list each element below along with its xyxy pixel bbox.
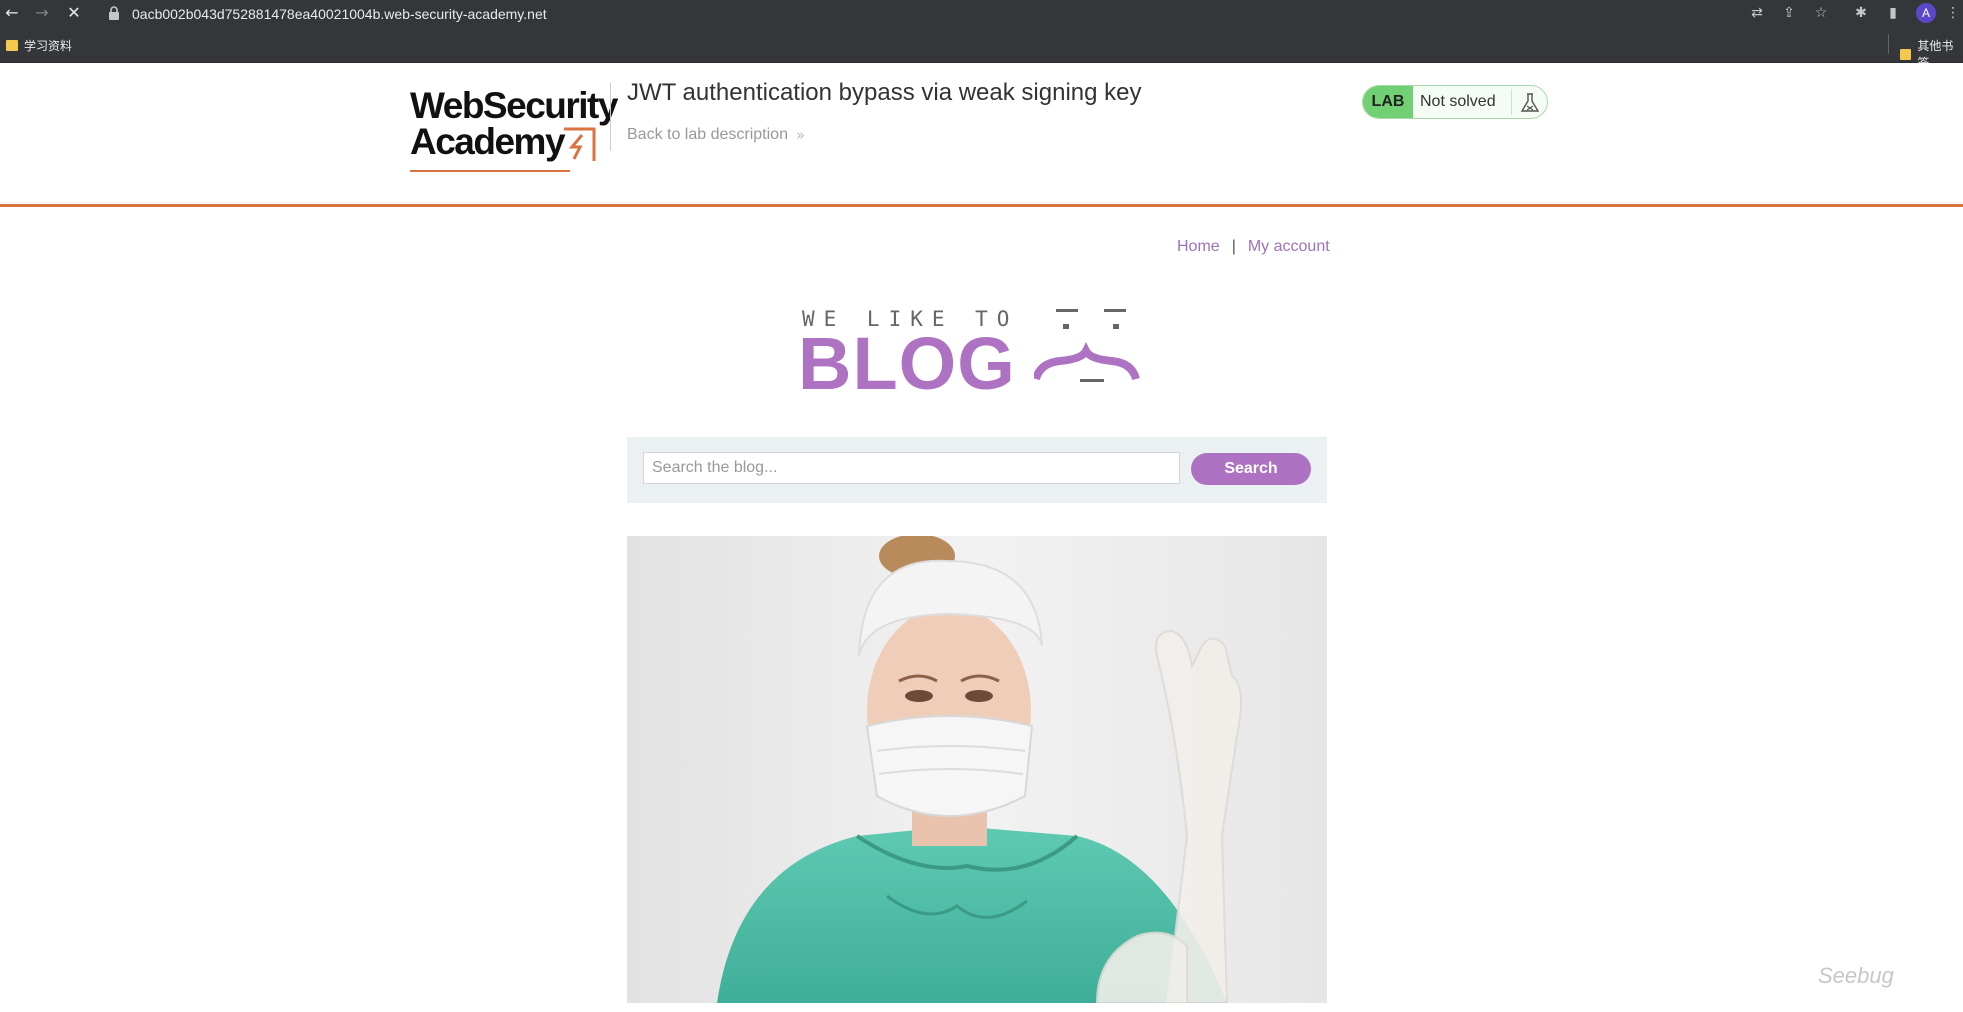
share-icon[interactable]: ⇪ [1780,4,1798,22]
search-input[interactable] [643,452,1180,484]
logo-underline [410,170,570,172]
back-link-label: Back to lab description [627,126,788,143]
lab-status-widget: LAB Not solved [1362,85,1548,119]
browser-toolbar: ← → ✕ 0acb002b043d752881478ea40021004b.w… [0,0,1963,26]
translate-icon[interactable]: ⇄ [1748,4,1766,22]
extensions-icon[interactable]: ✱ [1852,4,1870,22]
lock-icon [109,6,119,20]
double-chevron-right-icon: » [795,126,806,144]
blog-logo: WE LIKE TO BLOG [798,303,1158,405]
folder-icon [1900,48,1912,60]
back-to-description-link[interactable]: Back to lab description » [627,126,805,144]
search-panel: Search [627,437,1327,503]
bookmark-divider [1888,34,1889,54]
profile-avatar[interactable]: A [1916,3,1936,23]
web-page: WebSecurity Academy JWT authentication b… [0,63,1963,1012]
blog-post-image[interactable] [627,536,1327,1003]
surgeon-photo [627,536,1327,1003]
logo-mark-icon [564,127,596,161]
bookmark-label: 学习资料 [24,39,73,53]
bookmark-folder[interactable]: 学习资料 [6,37,72,54]
seebug-watermark: Seebug [1818,963,1938,1003]
nav-separator: | [1231,238,1236,255]
lab-status-divider [1511,89,1512,115]
logo-line2: Academy [410,121,566,162]
menu-icon[interactable]: ⋮ [1944,4,1962,22]
stop-loading-icon[interactable]: ✕ [64,3,84,23]
top-navigation: Home | My account [1177,238,1330,256]
bookmarks-bar: 学习资料 其他书签 [0,26,1963,70]
lab-title: JWT authentication bypass via weak signi… [627,79,1142,106]
flask-icon [1520,93,1540,112]
academy-logo[interactable]: WebSecurity Academy [410,85,618,172]
star-icon[interactable]: ☆ [1812,4,1830,22]
header-divider [610,83,611,151]
lab-header: WebSecurity Academy JWT authentication b… [0,63,1963,207]
blog-word: BLOG [798,322,1016,405]
home-link[interactable]: Home [1177,238,1220,256]
address-bar[interactable]: 0acb002b043d752881478ea40021004b.web-sec… [98,2,1478,25]
lab-status-text: Not solved [1420,93,1496,110]
my-account-link[interactable]: My account [1248,238,1330,256]
side-panel-icon[interactable]: ▮ [1884,4,1902,22]
lab-badge: LAB [1363,86,1413,118]
url-text: 0acb002b043d752881478ea40021004b.web-sec… [132,6,547,22]
forward-arrow-icon[interactable]: → [32,3,52,23]
back-arrow-icon[interactable]: ← [2,3,22,23]
folder-icon [6,40,18,51]
search-button[interactable]: Search [1191,453,1311,485]
watermark-text: Seebug [1818,963,1894,988]
blog-face-icon [1034,309,1140,382]
